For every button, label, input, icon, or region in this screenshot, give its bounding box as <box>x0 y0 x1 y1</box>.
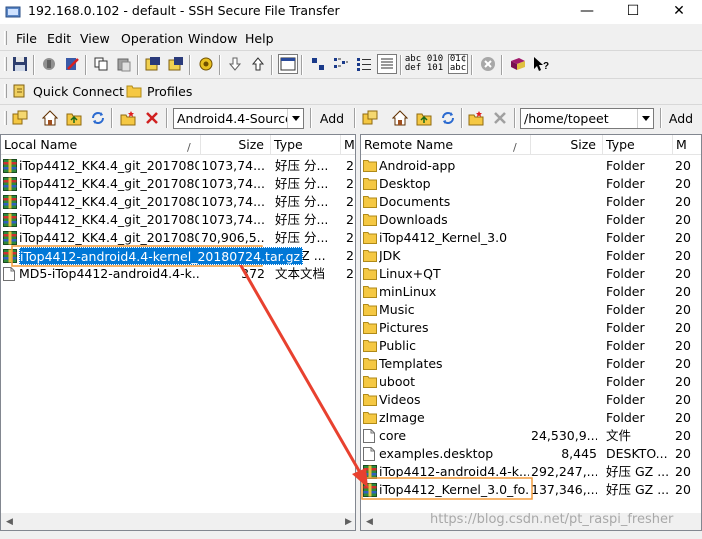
watermark: https://blog.csdn.net/pt_raspi_fresher <box>430 512 674 527</box>
status-bar <box>0 532 702 539</box>
annotation-overlay <box>11 245 533 500</box>
local-file-row[interactable]: iTop4412-android4.4-kernel_20180724.tar.… <box>1 247 355 265</box>
annotation-arrow <box>238 263 364 477</box>
local-file-name: iTop4412-android4.4-kernel_20180724.tar.… <box>19 247 304 265</box>
annotation-arrowhead <box>352 468 368 488</box>
remote-highlight-box <box>361 477 533 500</box>
